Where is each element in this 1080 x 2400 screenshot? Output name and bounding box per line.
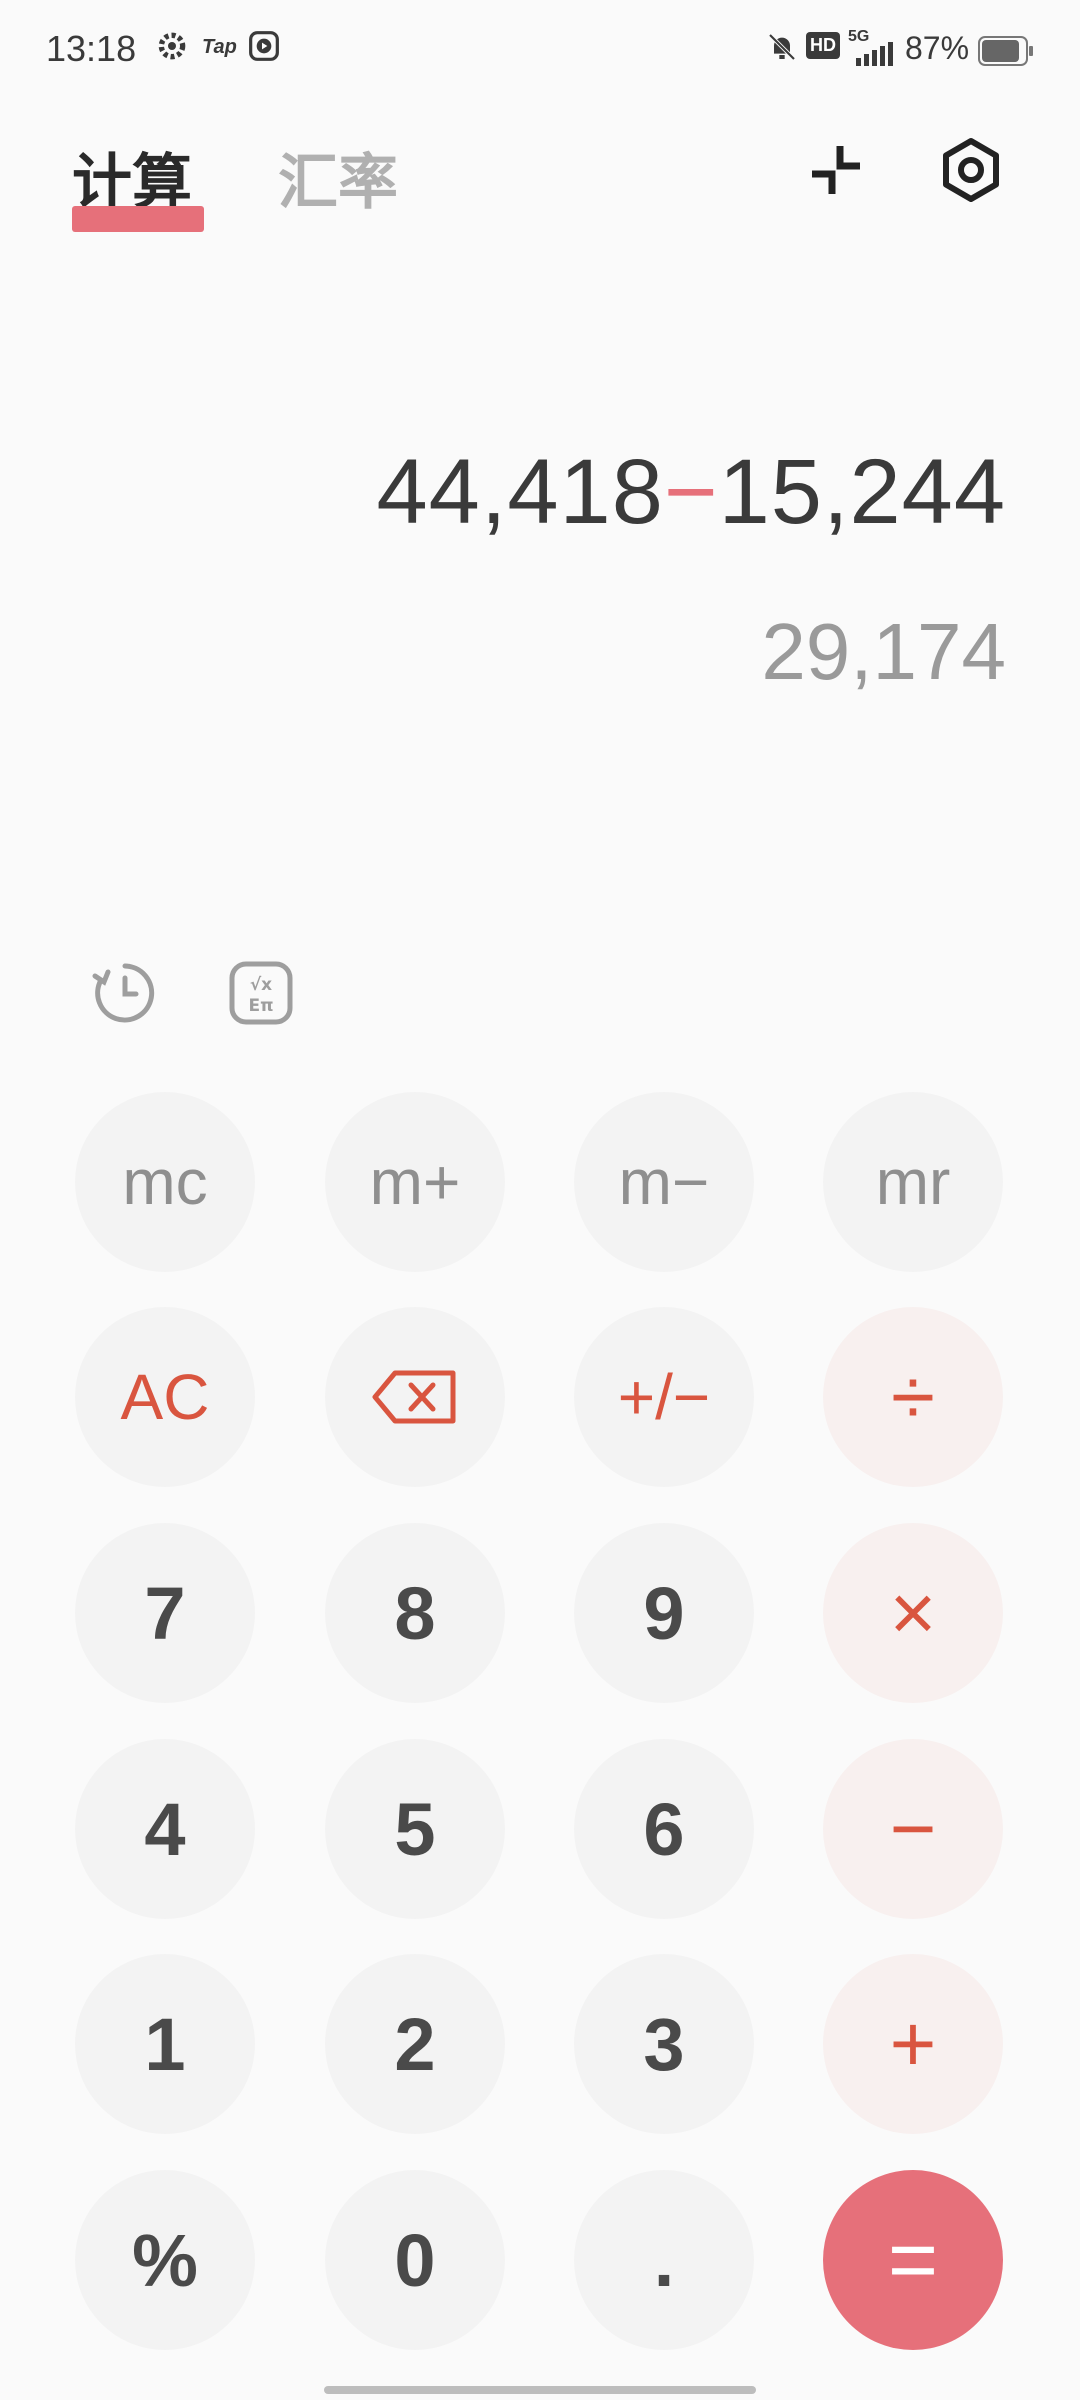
expression-operator: − (663, 441, 719, 543)
home-indicator[interactable] (324, 2386, 756, 2394)
status-time: 13:18 (46, 28, 137, 69)
expression-display: 44,418−15,244 (376, 440, 1006, 545)
settings-hexagon-icon[interactable] (931, 130, 1011, 210)
digit-2-button[interactable]: 2 (325, 1954, 505, 2134)
plus-button[interactable]: + (823, 1954, 1003, 2134)
digit-0-button[interactable]: 0 (325, 2170, 505, 2350)
hd-icon: HD (806, 32, 840, 59)
digit-3-button[interactable]: 3 (574, 1954, 754, 2134)
scientific-mode-icon[interactable]: √x Eπ (226, 958, 296, 1028)
collapse-icon[interactable] (796, 130, 876, 210)
digit-6-button[interactable]: 6 (574, 1739, 754, 1919)
tab-exchange-rate[interactable]: 汇率 (278, 134, 398, 221)
backspace-icon (372, 1370, 456, 1424)
operand-1: 44,418 (376, 441, 664, 543)
minus-button[interactable]: − (823, 1739, 1003, 1919)
memory-add-button[interactable]: m+ (325, 1092, 505, 1272)
backspace-button[interactable] (325, 1307, 505, 1487)
equals-button[interactable]: = (823, 2170, 1003, 2350)
plus-minus-button[interactable]: +/− (574, 1307, 754, 1487)
memory-subtract-button[interactable]: m− (574, 1092, 754, 1272)
media-play-icon (248, 30, 280, 67)
multiply-button[interactable]: × (823, 1523, 1003, 1703)
digit-4-button[interactable]: 4 (75, 1739, 255, 1919)
settings-gear-icon (156, 30, 188, 67)
divide-button[interactable]: ÷ (823, 1307, 1003, 1487)
digit-8-button[interactable]: 8 (325, 1523, 505, 1703)
digit-5-button[interactable]: 5 (325, 1739, 505, 1919)
taptap-app-icon: Tap (202, 36, 237, 58)
battery-percentage: 87% (905, 30, 970, 66)
digit-7-button[interactable]: 7 (75, 1523, 255, 1703)
percent-button[interactable]: % (75, 2170, 255, 2350)
digit-1-button[interactable]: 1 (75, 1954, 255, 2134)
digit-9-button[interactable]: 9 (574, 1523, 754, 1703)
decimal-point-button[interactable]: . (574, 2170, 754, 2350)
operand-2: 15,244 (718, 441, 1006, 543)
active-tab-indicator (72, 206, 204, 232)
history-icon[interactable] (90, 958, 160, 1028)
memory-clear-button[interactable]: mc (75, 1092, 255, 1272)
status-bar: 13:18 Tap HD 5G 87% (0, 0, 1080, 100)
svg-text:Eπ: Eπ (248, 996, 273, 1016)
signal-5g-icon: 5G (848, 28, 900, 68)
battery-icon (978, 36, 1034, 71)
all-clear-button[interactable]: AC (75, 1307, 255, 1487)
memory-recall-button[interactable]: mr (823, 1092, 1003, 1272)
result-display: 29,174 (761, 607, 1006, 696)
bell-muted-icon (766, 30, 798, 69)
svg-text:√x: √x (250, 975, 272, 995)
